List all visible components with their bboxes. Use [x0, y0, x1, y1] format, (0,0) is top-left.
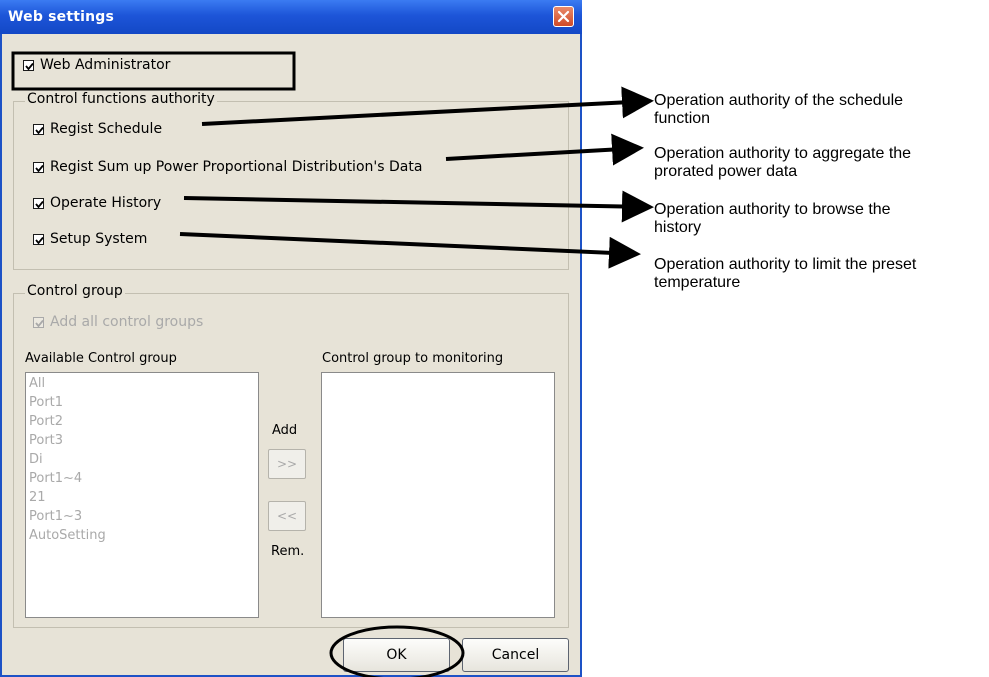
annotation-line: function — [654, 110, 711, 127]
web-administrator-highlight-box — [11, 51, 296, 91]
annotation-schedule: Operation authority of the schedule func… — [654, 92, 989, 128]
annotation-power-data: Operation authority to aggregate the pro… — [654, 145, 989, 181]
annotation-line: Operation authority to browse the — [654, 201, 891, 218]
annotation-line: Operation authority to aggregate the — [654, 145, 912, 162]
annotation-line: Operation authority of the schedule — [654, 92, 904, 109]
annotation-line: Operation authority to limit the preset — [654, 256, 917, 273]
annotation-line: prorated power data — [654, 163, 798, 180]
annotation-line: history — [654, 219, 702, 236]
arrow-regist-sum-up — [445, 133, 644, 166]
annotation-temperature: Operation authority to limit the preset … — [654, 256, 989, 292]
ok-button-highlight-ellipse — [329, 625, 465, 677]
annotation-history: Operation authority to browse the histor… — [654, 201, 989, 237]
arrow-regist-schedule — [201, 86, 654, 126]
arrow-operate-history — [183, 190, 654, 223]
arrow-setup-system — [179, 232, 641, 269]
annotation-line: temperature — [654, 274, 741, 291]
